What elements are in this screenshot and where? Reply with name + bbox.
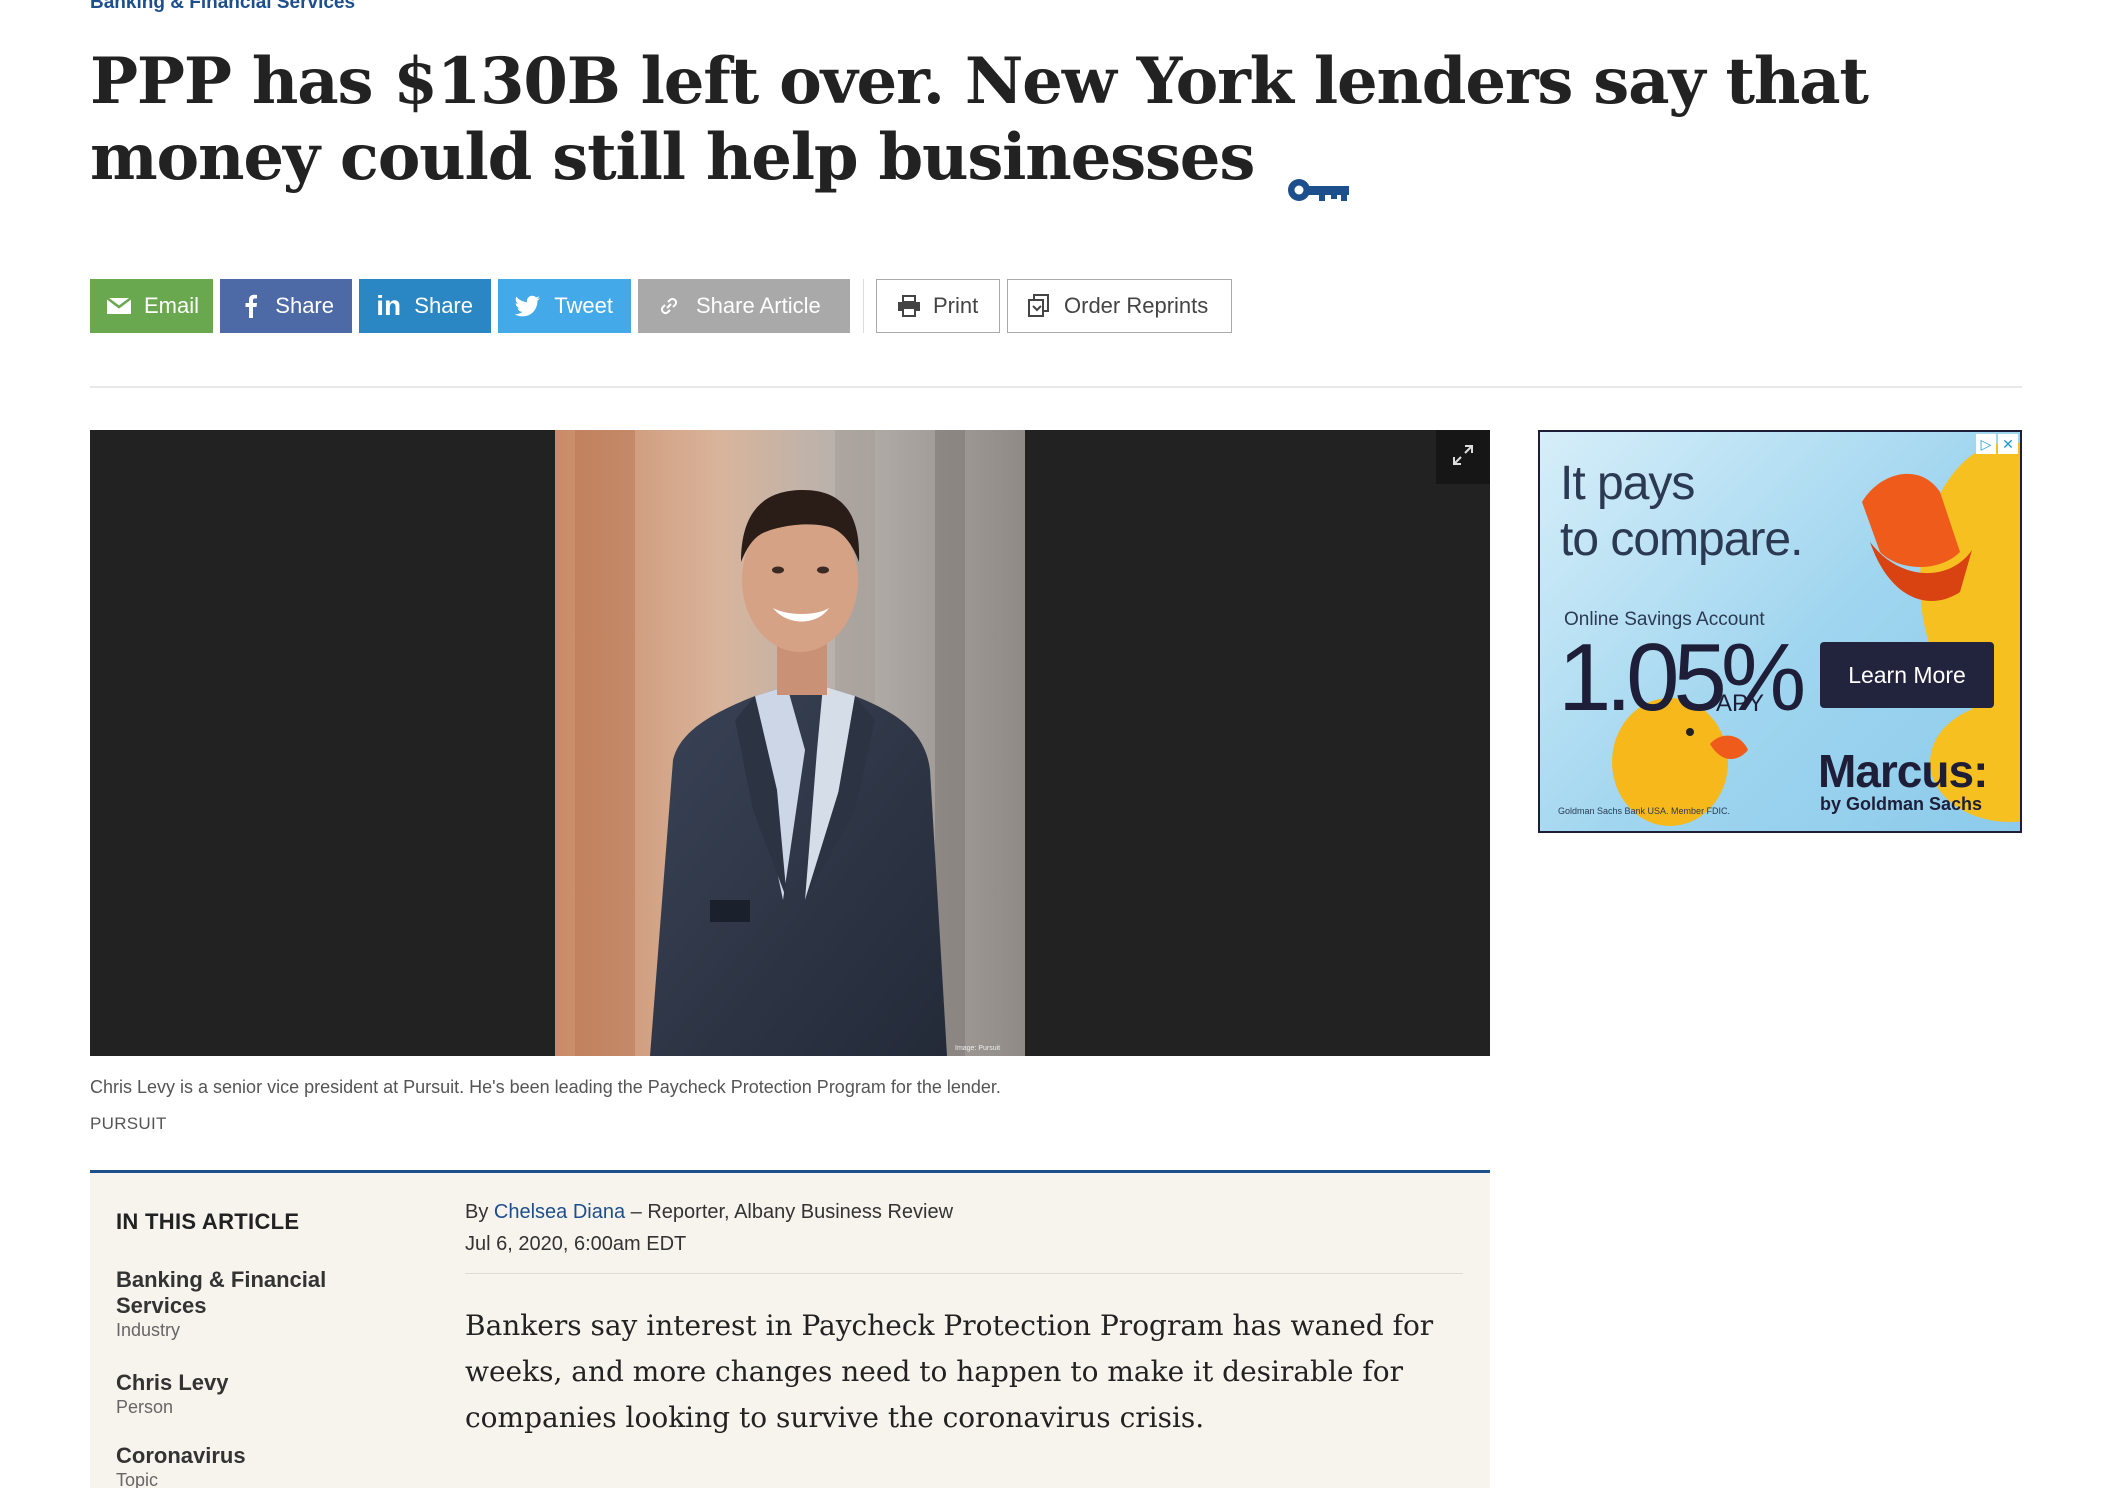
facebook-icon: [238, 291, 263, 321]
print-button[interactable]: Print: [876, 279, 1000, 333]
article-lede: Bankers say interest in Paycheck Protect…: [465, 1309, 1434, 1434]
link-icon: [654, 291, 684, 321]
related-item-topic[interactable]: Coronavirus Topic: [116, 1443, 346, 1488]
image-watermark: Image: Pursuit: [955, 1045, 1000, 1052]
byline: By Chelsea Diana – Reporter, Albany Busi…: [465, 1201, 953, 1224]
printer-icon: [895, 292, 923, 320]
article-image-viewer[interactable]: Image: Pursuit: [90, 430, 1490, 1056]
portrait-photo: Image: Pursuit: [555, 430, 1025, 1056]
facebook-share-button[interactable]: Share: [220, 279, 352, 333]
article-body: IN THIS ARTICLE Banking & Financial Serv…: [90, 1173, 1490, 1488]
expand-icon: [1452, 444, 1474, 471]
ad-headline-line2: to compare.: [1560, 513, 1803, 566]
headline-text: PPP has $130B left over. New York lender…: [90, 44, 1869, 195]
image-credit: PURSUIT: [90, 1114, 167, 1133]
twitter-label: Tweet: [554, 293, 613, 318]
ad-choices[interactable]: ▷ ✕: [1976, 434, 2018, 454]
ad-brand-sub: by Goldman Sachs: [1820, 794, 1983, 814]
print-label: Print: [933, 293, 979, 318]
ad-rate-unit: APY: [1716, 690, 1765, 717]
related-item-kind: Topic: [116, 1470, 159, 1488]
divider: [90, 386, 2022, 388]
related-item-kind: Person: [116, 1397, 174, 1417]
publish-date: Jul 6, 2020, 6:00am EDT: [465, 1233, 687, 1255]
adchoices-icon[interactable]: ▷: [1976, 434, 1996, 454]
facebook-label: Share: [275, 293, 334, 318]
advertisement[interactable]: ▷ ✕ It pays to compare. Online Savings A…: [1538, 430, 2022, 833]
related-item-title[interactable]: Chris Levy: [116, 1370, 346, 1396]
email-label: Email: [144, 293, 200, 318]
share-article-label: Share Article: [696, 293, 821, 318]
article-headline: PPP has $130B left over. New York lender…: [90, 44, 2050, 201]
related-item-person[interactable]: Chris Levy Person: [116, 1370, 346, 1418]
key-icon: [1285, 147, 1351, 201]
close-ad-icon[interactable]: ✕: [1998, 434, 2018, 454]
linkedin-share-button[interactable]: in Share: [359, 279, 491, 333]
toolbar-divider: [863, 279, 864, 333]
section-link[interactable]: Banking & Financial Services: [90, 0, 355, 14]
order-reprints-label: Order Reprints: [1064, 293, 1209, 318]
share-article-button[interactable]: Share Article: [638, 279, 850, 333]
linkedin-icon: in: [376, 290, 402, 321]
by-prefix: By: [465, 1201, 489, 1223]
ad-headline: It pays to compare.: [1560, 456, 1803, 568]
expand-image-button[interactable]: [1436, 430, 1490, 484]
related-item-industry[interactable]: Banking & Financial Services Industry: [116, 1267, 346, 1341]
in-this-article-heading: IN THIS ARTICLE: [116, 1209, 300, 1234]
image-caption: Chris Levy is a senior vice president at…: [90, 1077, 1001, 1097]
reprints-icon: [1026, 292, 1054, 320]
author-role: – Reporter, Albany Business Review: [630, 1201, 954, 1223]
related-item-title[interactable]: Banking & Financial Services: [116, 1267, 346, 1319]
related-item-title[interactable]: Coronavirus: [116, 1443, 346, 1469]
author-link[interactable]: Chelsea Diana: [494, 1201, 625, 1223]
ad-fine-print: Goldman Sachs Bank USA. Member FDIC.: [1558, 806, 1731, 816]
byline-divider: [465, 1273, 1463, 1274]
twitter-icon: [514, 291, 542, 321]
linkedin-label: Share: [414, 293, 473, 318]
learn-more-button[interactable]: Learn More: [1820, 642, 1994, 708]
ad-headline-line1: It pays: [1560, 457, 1695, 510]
email-share-button[interactable]: Email: [90, 279, 213, 333]
share-toolbar: Email Share in Share Tweet Share Article…: [90, 279, 1239, 333]
order-reprints-button[interactable]: Order Reprints: [1007, 279, 1232, 333]
ad-brand: Marcus:: [1818, 745, 1988, 797]
related-item-kind: Industry: [116, 1320, 181, 1340]
twitter-share-button[interactable]: Tweet: [498, 279, 631, 333]
envelope-icon: [106, 291, 132, 321]
